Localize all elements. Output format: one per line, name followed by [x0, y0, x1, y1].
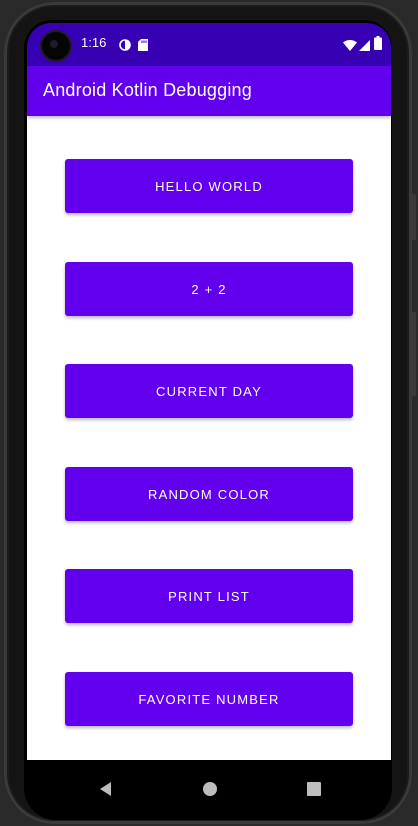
data-saver-icon [119, 38, 131, 56]
status-time: 1:16 [81, 35, 107, 50]
random-color-button[interactable]: RANDOM COLOR [65, 467, 353, 521]
signal-icon [359, 38, 370, 56]
app-title: Android Kotlin Debugging [43, 80, 252, 100]
battery-icon [374, 36, 382, 55]
volume-button [412, 312, 416, 396]
phone-frame: 1:16 Android Kotlin Debugging HELLO WORL… [4, 2, 416, 824]
back-icon[interactable] [97, 780, 115, 798]
power-button [412, 194, 416, 240]
status-bar: 1:16 [27, 23, 391, 66]
phone-screen: 1:16 Android Kotlin Debugging HELLO WORL… [24, 20, 392, 820]
main-content: HELLO WORLD 2 + 2 CURRENT DAY RANDOM COL… [27, 116, 391, 760]
current-day-button[interactable]: CURRENT DAY [65, 364, 353, 418]
sd-card-icon [138, 38, 148, 56]
app-bar: Android Kotlin Debugging [27, 66, 391, 116]
hello-world-button[interactable]: HELLO WORLD [65, 159, 353, 213]
print-list-button[interactable]: PRINT LIST [65, 569, 353, 623]
two-plus-two-button[interactable]: 2 + 2 [65, 262, 353, 316]
home-icon[interactable] [201, 780, 219, 798]
recents-icon[interactable] [305, 780, 323, 798]
front-camera [42, 32, 70, 60]
favorite-number-button[interactable]: FAVORITE NUMBER [65, 672, 353, 726]
wifi-icon [343, 38, 357, 56]
navigation-bar [27, 760, 391, 817]
